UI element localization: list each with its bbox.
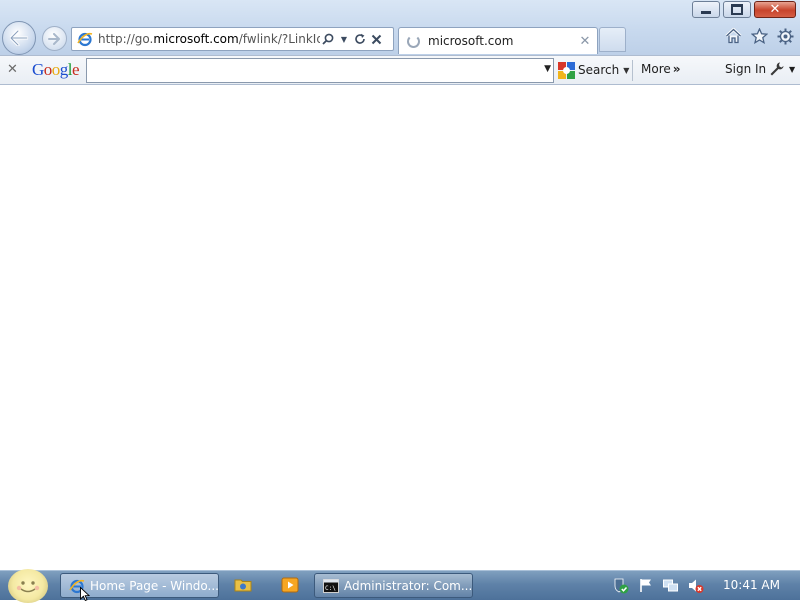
- taskbar-item-cmd[interactable]: C:\ Administrator: Com...: [314, 573, 473, 598]
- favorites-button[interactable]: [750, 27, 768, 45]
- forward-arrow-icon: [48, 32, 60, 45]
- page-content[interactable]: [0, 86, 800, 570]
- google-search-input[interactable]: ▼: [86, 58, 554, 83]
- mouse-cursor-icon: [80, 587, 90, 601]
- stop-button[interactable]: [368, 28, 384, 50]
- google-search-icon: [558, 61, 575, 79]
- action-center-flag-icon[interactable]: [637, 577, 654, 594]
- security-shield-icon[interactable]: [612, 577, 629, 594]
- home-icon: [724, 28, 742, 44]
- url-domain: microsoft.com: [153, 32, 239, 46]
- restore-icon: [731, 4, 743, 15]
- command-icons: [724, 27, 794, 45]
- address-dropdown-button[interactable]: ▼: [336, 28, 352, 50]
- svg-text:C:\: C:\: [325, 585, 336, 592]
- explorer-folder-icon: [234, 579, 252, 592]
- google-logo[interactable]: Google: [32, 60, 80, 80]
- google-logo-letter: o: [51, 60, 61, 79]
- more-button[interactable]: More»: [641, 62, 681, 76]
- stop-x-icon: [371, 34, 381, 44]
- chevron-down-icon: ▼: [340, 34, 348, 44]
- url-prefix: http://go.: [98, 32, 154, 46]
- taskbar: Home Page - Windo... C:\ Administrator: …: [0, 569, 800, 603]
- url-suffix: /fwlink/?LinkId=69: [238, 32, 320, 46]
- start-button[interactable]: [8, 569, 48, 603]
- home-button[interactable]: [724, 27, 742, 45]
- loading-spinner-icon: [407, 34, 420, 48]
- network-icon[interactable]: [662, 577, 679, 594]
- chevron-down-icon[interactable]: ▼: [623, 66, 629, 75]
- wrench-icon: [770, 62, 784, 76]
- quick-launch-explorer[interactable]: [234, 576, 252, 594]
- system-tray: [612, 573, 704, 598]
- cmd-icon: C:\: [323, 578, 339, 593]
- back-button[interactable]: [2, 21, 36, 55]
- address-url[interactable]: http://go.microsoft.com/fwlink/?LinkId=6…: [98, 32, 320, 46]
- chevron-down-icon: ▼: [544, 64, 551, 74]
- google-toolbar: ✕ Google ▼ Search ▼ More» Sign In ▼: [0, 55, 800, 85]
- taskbar-clock[interactable]: 10:41 AM: [723, 578, 780, 592]
- google-logo-letter: g: [59, 60, 69, 79]
- minimize-icon: [701, 10, 711, 14]
- google-logo-letter: o: [43, 60, 53, 79]
- tools-gear-icon: [777, 28, 793, 44]
- close-window-button[interactable]: ✕: [754, 1, 796, 18]
- new-tab-button[interactable]: [599, 27, 626, 52]
- search-history-dropdown[interactable]: ▼: [544, 64, 551, 74]
- chevron-down-icon: ▼: [789, 64, 796, 74]
- restore-button[interactable]: [723, 1, 751, 18]
- google-search-button[interactable]: Search ▼: [558, 60, 629, 80]
- volume-muted-icon[interactable]: [687, 577, 704, 594]
- media-player-icon: [281, 577, 299, 593]
- address-bar[interactable]: http://go.microsoft.com/fwlink/?LinkId=6…: [71, 27, 394, 51]
- back-arrow-icon: [10, 30, 28, 46]
- more-label: More: [641, 62, 671, 76]
- taskbar-item-label: Administrator: Com...: [344, 578, 472, 593]
- quick-launch-media-player[interactable]: [281, 576, 299, 594]
- close-icon: ✕: [769, 2, 781, 17]
- toolbar-settings-button[interactable]: ▼: [769, 61, 795, 77]
- google-logo-letter: e: [72, 60, 80, 79]
- google-logo-letter: G: [32, 60, 44, 79]
- taskbar-item-label: Home Page - Windo...: [90, 578, 218, 593]
- search-button-label: Search: [578, 63, 620, 77]
- double-chevron-right-icon: »: [672, 62, 681, 76]
- window-caption-buttons: ✕: [689, 1, 796, 20]
- toolbar-divider: [632, 60, 633, 81]
- sign-in-link[interactable]: Sign In: [725, 62, 766, 76]
- refresh-button[interactable]: [352, 28, 368, 50]
- tab-title: microsoft.com: [428, 34, 514, 48]
- tools-button[interactable]: [776, 27, 794, 45]
- refresh-icon: [355, 33, 365, 44]
- address-search-button[interactable]: [320, 28, 336, 50]
- browser-chrome: ✕ http://go.microsoft.com/fwlink/?LinkId…: [0, 0, 800, 55]
- search-icon: [322, 33, 334, 45]
- start-orb-icon: [16, 581, 40, 593]
- toolbar-close-button[interactable]: ✕: [7, 62, 18, 77]
- forward-button[interactable]: [42, 26, 67, 51]
- minimize-button[interactable]: [692, 1, 720, 18]
- tab-close-button[interactable]: ✕: [577, 34, 593, 49]
- favorites-star-icon: [750, 28, 768, 44]
- ie-page-icon: [77, 32, 93, 47]
- tab-microsoft[interactable]: microsoft.com ✕: [398, 27, 598, 54]
